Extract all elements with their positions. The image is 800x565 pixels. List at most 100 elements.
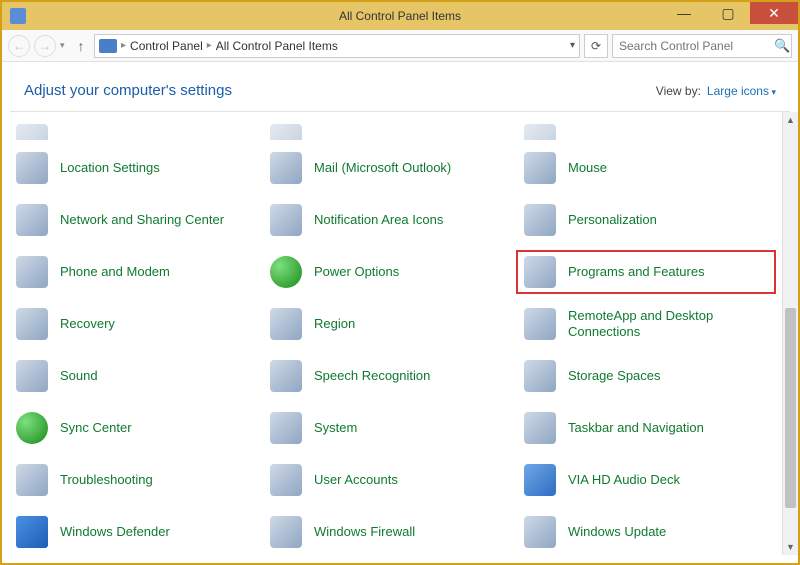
item-icon — [16, 204, 48, 236]
content-area: Location Settings Mail (Microsoft Outlook… — [2, 112, 798, 555]
refresh-button[interactable]: ⟳ — [584, 34, 608, 58]
item-icon — [16, 124, 48, 140]
item-icon — [16, 308, 48, 340]
window-controls: — ▢ ✕ — [662, 2, 798, 30]
scroll-track[interactable] — [783, 128, 798, 539]
control-panel-window: All Control Panel Items — ▢ ✕ ← → ▾ ↑ ▸ … — [0, 0, 800, 565]
items-viewport: Location Settings Mail (Microsoft Outlook… — [2, 112, 782, 555]
scroll-thumb[interactable] — [785, 308, 796, 508]
item-label: Storage Spaces — [568, 368, 661, 384]
item-icon — [16, 152, 48, 184]
item-taskbar-navigation[interactable]: Taskbar and Navigation — [522, 410, 770, 446]
search-box[interactable]: 🔍 — [612, 34, 792, 58]
item-storage-spaces[interactable]: Storage Spaces — [522, 358, 770, 394]
item-label: Notification Area Icons — [314, 212, 443, 228]
item-remoteapp-desktop-connections[interactable]: RemoteApp and Desktop Connections — [522, 306, 770, 342]
page-title: Adjust your computer's settings — [24, 82, 232, 99]
item-power-options[interactable]: Power Options — [268, 254, 516, 290]
search-input[interactable] — [619, 39, 774, 53]
item-label: Windows Update — [568, 524, 666, 540]
forward-button[interactable]: → — [34, 35, 56, 57]
items-grid: Location Settings Mail (Microsoft Outlook… — [14, 150, 770, 555]
item-label: Taskbar and Navigation — [568, 420, 704, 436]
item-icon — [270, 256, 302, 288]
item-icon — [524, 308, 556, 340]
item-region[interactable]: Region — [268, 306, 516, 342]
item-windows-defender[interactable]: Windows Defender — [14, 514, 262, 550]
item-icon — [524, 256, 556, 288]
item-system[interactable]: System — [268, 410, 516, 446]
item-label: Troubleshooting — [60, 472, 153, 488]
partial-item — [268, 122, 516, 140]
partial-row-top — [14, 122, 770, 140]
breadcrumb-all-items[interactable]: All Control Panel Items — [216, 39, 338, 53]
scroll-down-button[interactable]: ▼ — [783, 539, 798, 555]
item-recovery[interactable]: Recovery — [14, 306, 262, 342]
item-sync-center[interactable]: Sync Center — [14, 410, 262, 446]
item-icon — [524, 152, 556, 184]
item-icon — [16, 516, 48, 548]
item-icon — [270, 124, 302, 140]
item-network-sharing-center[interactable]: Network and Sharing Center — [14, 202, 262, 238]
item-icon — [524, 360, 556, 392]
item-label: User Accounts — [314, 472, 398, 488]
item-windows-firewall[interactable]: Windows Firewall — [268, 514, 516, 550]
item-icon — [270, 308, 302, 340]
item-label: Recovery — [60, 316, 115, 332]
item-icon — [270, 412, 302, 444]
view-by-control: View by: Large icons — [656, 84, 776, 98]
item-label: Personalization — [568, 212, 657, 228]
item-personalization[interactable]: Personalization — [522, 202, 770, 238]
item-label: Mail (Microsoft Outlook) — [314, 160, 451, 176]
control-panel-icon — [99, 39, 117, 53]
item-phone-and-modem[interactable]: Phone and Modem — [14, 254, 262, 290]
item-location-settings[interactable]: Location Settings — [14, 150, 262, 186]
item-label: Region — [314, 316, 355, 332]
item-icon — [524, 464, 556, 496]
item-label: Sync Center — [60, 420, 132, 436]
back-button[interactable]: ← — [8, 35, 30, 57]
history-dropdown[interactable]: ▾ — [60, 40, 68, 51]
minimize-button[interactable]: — — [662, 2, 706, 24]
item-via-hd-audio-deck[interactable]: VIA HD Audio Deck — [522, 462, 770, 498]
vertical-scrollbar[interactable]: ▲ ▼ — [782, 112, 798, 555]
item-icon — [16, 360, 48, 392]
item-windows-update[interactable]: Windows Update — [522, 514, 770, 550]
item-speech-recognition[interactable]: Speech Recognition — [268, 358, 516, 394]
item-label: Windows Defender — [60, 524, 170, 540]
item-programs-and-features[interactable]: Programs and Features — [516, 250, 776, 294]
breadcrumb-control-panel[interactable]: Control Panel — [130, 39, 203, 53]
close-button[interactable]: ✕ — [750, 2, 798, 24]
item-icon — [270, 516, 302, 548]
chevron-right-icon: ▸ — [121, 40, 126, 51]
item-label: VIA HD Audio Deck — [568, 472, 680, 488]
item-icon — [16, 412, 48, 444]
item-troubleshooting[interactable]: Troubleshooting — [14, 462, 262, 498]
item-icon — [270, 360, 302, 392]
up-button[interactable]: ↑ — [72, 38, 90, 54]
view-by-dropdown[interactable]: Large icons — [707, 84, 776, 98]
item-notification-area-icons[interactable]: Notification Area Icons — [268, 202, 516, 238]
item-icon — [524, 412, 556, 444]
scroll-up-button[interactable]: ▲ — [783, 112, 798, 128]
item-user-accounts[interactable]: User Accounts — [268, 462, 516, 498]
item-mail[interactable]: Mail (Microsoft Outlook) — [268, 150, 516, 186]
item-label: System — [314, 420, 357, 436]
item-icon — [16, 464, 48, 496]
item-mouse[interactable]: Mouse — [522, 150, 770, 186]
address-bar[interactable]: ▸ Control Panel ▸ All Control Panel Item… — [94, 34, 580, 58]
search-icon: 🔍 — [774, 38, 790, 54]
partial-item — [522, 122, 770, 140]
item-icon — [270, 464, 302, 496]
item-label: Sound — [60, 368, 98, 384]
item-label: Programs and Features — [568, 264, 705, 280]
navbar: ← → ▾ ↑ ▸ Control Panel ▸ All Control Pa… — [2, 30, 798, 62]
item-label: Power Options — [314, 264, 399, 280]
item-sound[interactable]: Sound — [14, 358, 262, 394]
item-icon — [16, 256, 48, 288]
page-header: Adjust your computer's settings View by:… — [2, 62, 798, 111]
maximize-button[interactable]: ▢ — [706, 2, 750, 24]
partial-item — [14, 122, 262, 140]
item-icon — [270, 152, 302, 184]
address-dropdown[interactable]: ▾ — [570, 40, 575, 51]
